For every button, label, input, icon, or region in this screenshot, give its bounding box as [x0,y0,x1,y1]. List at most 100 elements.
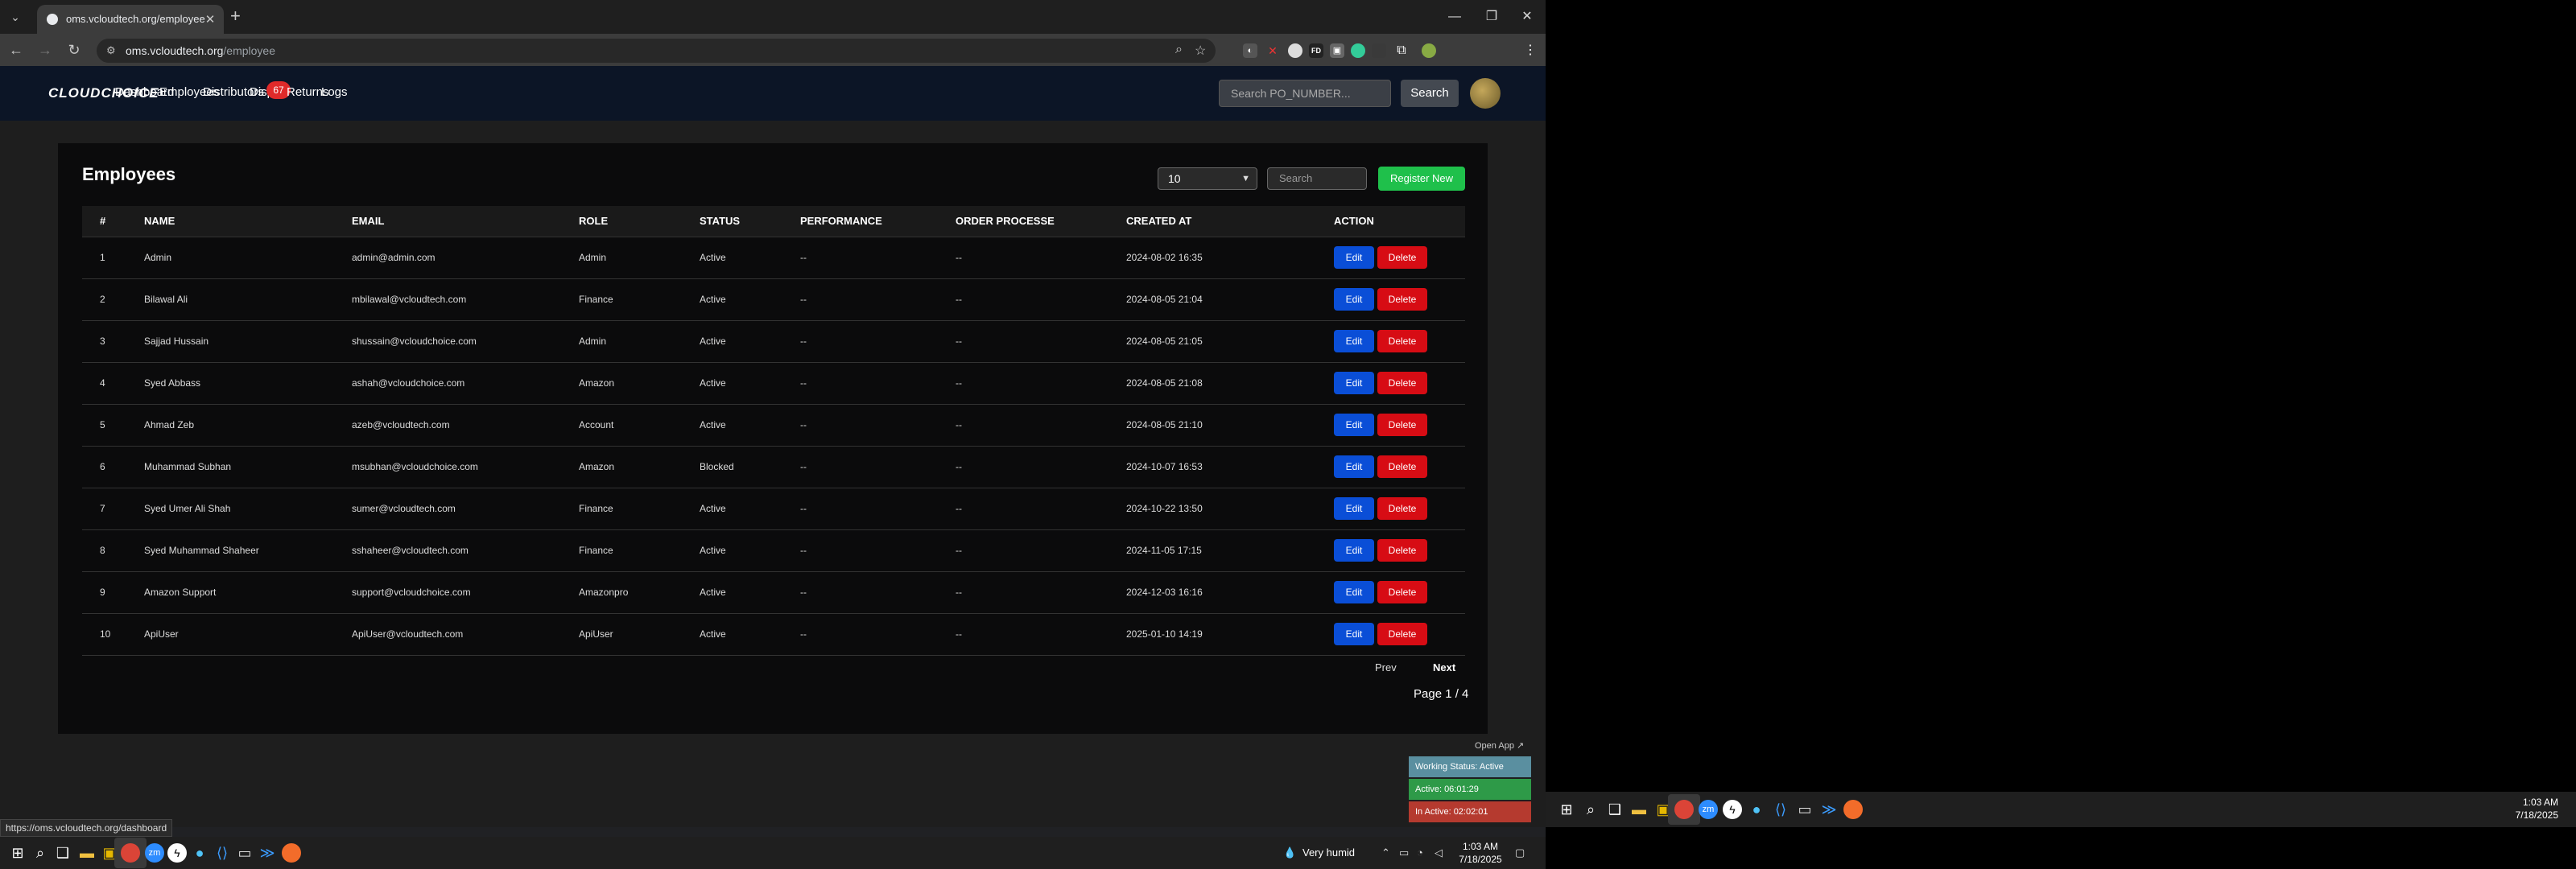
bookmark-star-icon[interactable]: ☆ [1195,43,1206,59]
search-icon-secondary[interactable]: ⌕ [1581,800,1600,819]
edit-button[interactable]: Edit [1334,581,1374,603]
cell-performance: -- [800,362,956,405]
taskbar-time-secondary[interactable]: 1:03 AM [2500,797,2558,808]
cell-name: Sajjad Hussain [144,320,352,363]
zoom-icon-secondary[interactable]: zm [1699,800,1718,819]
site-info-icon[interactable]: ⚙ [106,44,116,57]
terminal-icon-secondary[interactable]: ▭ [1795,800,1814,819]
extension-image-icon[interactable]: ▣ [1330,43,1344,58]
extension-x-icon[interactable]: ✕ [1265,43,1280,58]
extension-fd-icon[interactable]: FD [1309,43,1323,58]
delete-button[interactable]: Delete [1377,497,1427,520]
open-app-link[interactable]: Open App ↗ [1475,740,1524,751]
vscode-taskbar-icon[interactable]: ⟨⟩ [213,843,232,863]
postman-icon-secondary[interactable] [1843,800,1863,819]
reload-icon[interactable]: ↻ [64,40,84,60]
delete-button[interactable]: Delete [1377,246,1427,269]
next-page-button[interactable]: Next [1433,661,1455,673]
table-search-input[interactable]: Search [1267,167,1367,190]
weather-text[interactable]: Very humid [1302,846,1355,859]
restore-window-icon[interactable]: ❐ [1473,5,1510,29]
taskbar-time[interactable]: 1:03 AM [1455,841,1505,852]
notification-center-icon[interactable]: ▢ [1515,846,1525,859]
edit-button[interactable]: Edit [1334,414,1374,436]
tray-volume-icon[interactable]: ◁ [1435,846,1443,859]
po-number-search-input[interactable]: Search PO_NUMBER... [1219,80,1391,107]
browser-menu-icon[interactable]: ⋮ [1523,43,1538,58]
col-header-status: STATUS [700,206,800,237]
edit-button[interactable]: Edit [1334,288,1374,311]
url-text[interactable]: oms.vcloudtech.org/employee [126,44,275,57]
delete-button[interactable]: Delete [1377,581,1427,603]
browser-tab-active[interactable]: oms.vcloudtech.org/employee ✕ [37,5,224,34]
back-arrow-icon[interactable]: ← [6,40,26,60]
cell-orders: -- [956,404,1126,447]
windows-start-icon-secondary[interactable]: ⊞ [1557,800,1576,819]
edit-button[interactable]: Edit [1334,246,1374,269]
app-blue-circle-icon[interactable]: ● [190,843,209,863]
browser-toolbar: ← → ↻ ⚙ oms.vcloudtech.org/employee ⌕ ☆ … [0,34,1546,66]
chrome-taskbar-icon[interactable] [121,843,140,863]
cell-action: Edit Delete [1334,404,1465,447]
file-explorer-icon[interactable]: ▬ [77,843,97,863]
profile-icon[interactable] [1422,43,1436,58]
register-new-button[interactable]: Register New [1378,167,1465,191]
extension-circle-icon[interactable] [1288,43,1302,58]
extension-1-icon[interactable]: ◐ [1243,43,1257,58]
extension-green-icon[interactable] [1372,43,1386,58]
delete-button[interactable]: Delete [1377,539,1427,562]
app-bolt-icon-secondary[interactable]: ϟ [1723,800,1742,819]
delete-button[interactable]: Delete [1377,330,1427,352]
delete-button[interactable]: Delete [1377,414,1427,436]
windows-start-icon[interactable]: ⊞ [8,843,27,863]
app-bolt-icon[interactable]: ϟ [167,843,187,863]
cell-performance: -- [800,237,956,279]
delete-button[interactable]: Delete [1377,455,1427,478]
edit-button[interactable]: Edit [1334,497,1374,520]
edit-button[interactable]: Edit [1334,455,1374,478]
cell-status: Active [700,404,800,447]
vscode-icon-secondary[interactable]: ⟨⟩ [1771,800,1790,819]
taskbar-date[interactable]: 7/18/2025 [1455,854,1505,865]
tray-chevron-icon[interactable]: ⌃ [1381,846,1390,859]
cell-status: Active [700,237,800,279]
extension-shield-icon[interactable] [1351,43,1365,58]
prev-page-button[interactable]: Prev [1375,661,1397,673]
edit-button[interactable]: Edit [1334,539,1374,562]
taskbar-search-icon[interactable]: ⌕ [31,843,50,863]
po-search-button[interactable]: Search [1401,80,1459,107]
powershell-icon-secondary[interactable]: ≫ [1819,800,1839,819]
forward-arrow-icon[interactable]: → [35,40,55,60]
postman-taskbar-icon[interactable] [282,843,301,863]
powershell-taskbar-icon[interactable]: ≫ [258,843,277,863]
file-explorer-icon-secondary[interactable]: ▬ [1629,800,1649,819]
page-size-select[interactable]: 10 ▼ [1158,167,1257,190]
tab-close-icon[interactable]: ✕ [203,12,217,27]
delete-button[interactable]: Delete [1377,372,1427,394]
new-tab-plus-icon[interactable]: + [230,7,241,25]
task-view-icon-secondary[interactable]: ❑ [1605,800,1624,819]
nav-link-logs[interactable]: Logs [321,85,348,99]
edit-button[interactable]: Edit [1334,330,1374,352]
chrome-icon-secondary[interactable] [1674,800,1694,819]
extensions-puzzle-icon[interactable]: ⧉ [1394,43,1409,58]
cell-name: Muhammad Subhan [144,446,352,488]
tab-search-chevron-icon[interactable]: ⌄ [6,9,24,25]
delete-button[interactable]: Delete [1377,288,1427,311]
task-view-icon[interactable]: ❑ [53,843,72,863]
user-avatar[interactable] [1470,78,1501,109]
zoom-taskbar-icon[interactable]: zm [145,843,164,863]
app-blue-circle-icon-secondary[interactable]: ● [1747,800,1766,819]
terminal-taskbar-icon[interactable]: ▭ [235,843,254,863]
tray-network-icon[interactable]: ▭ [1399,846,1409,859]
taskbar-date-secondary[interactable]: 7/18/2025 [2500,809,2558,821]
delete-button[interactable]: Delete [1377,623,1427,645]
minimize-window-icon[interactable]: — [1436,5,1473,29]
edit-button[interactable]: Edit [1334,372,1374,394]
zoom-search-icon[interactable]: ⌕ [1175,43,1183,57]
tray-wifi-icon[interactable]: ◔ [1417,846,1423,859]
address-bar[interactable]: ⚙ oms.vcloudtech.org/employee ⌕ ☆ [97,39,1216,63]
edit-button[interactable]: Edit [1334,623,1374,645]
taskbar-primary: ⊞ ⌕ ❑ ▬ ▣ zm ϟ ● ⟨⟩ ▭ ≫ 💧 Very humid ⌃ ▭… [0,837,1546,869]
close-window-icon[interactable]: ✕ [1509,5,1546,29]
